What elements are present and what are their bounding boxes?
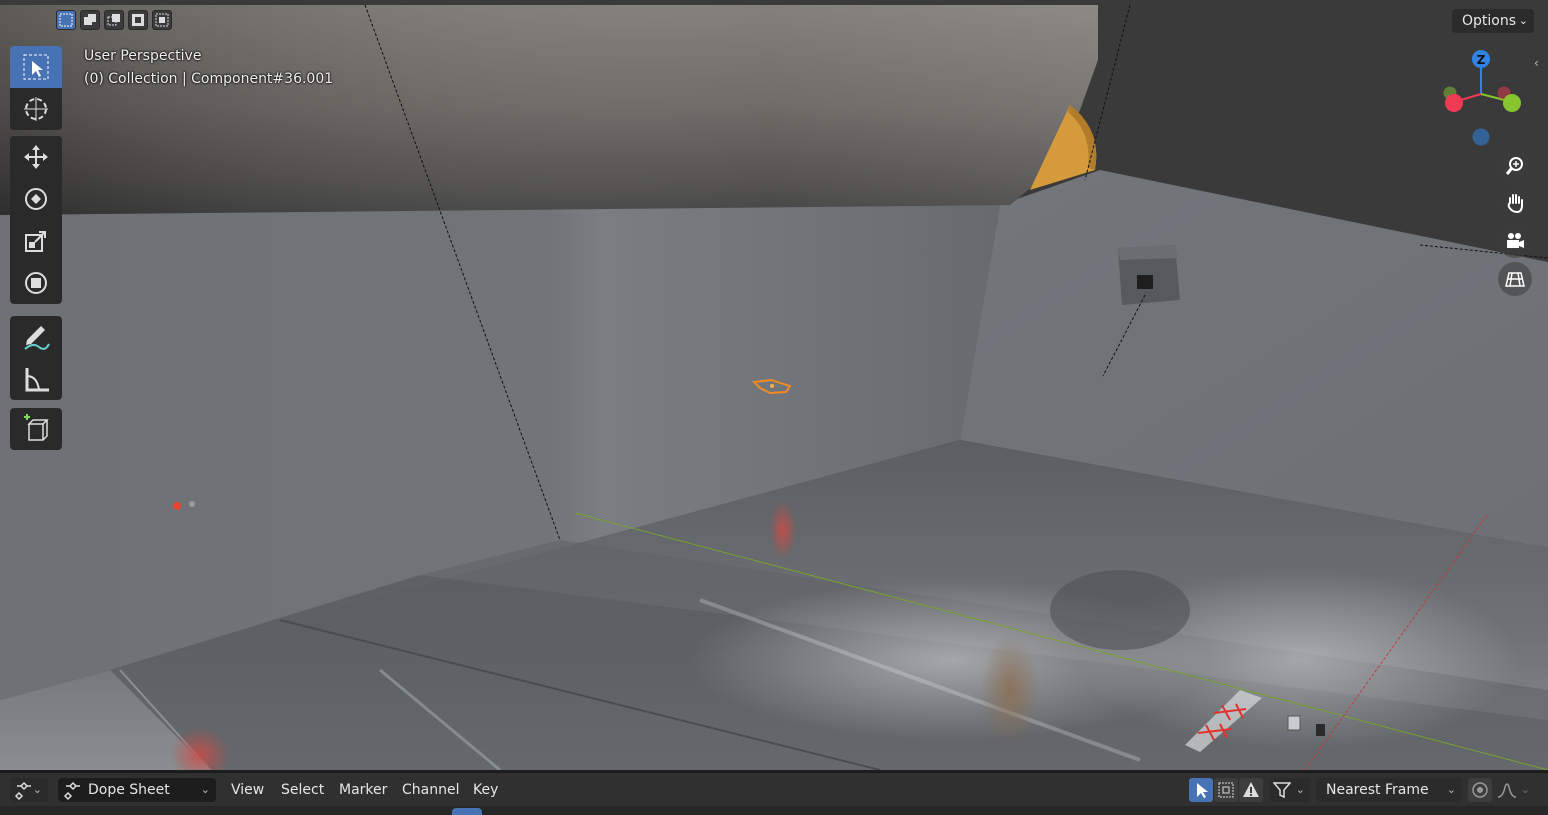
camera-icon — [1507, 233, 1524, 248]
select-arrow-icon — [1197, 783, 1208, 798]
transform-tool[interactable] — [10, 262, 62, 304]
ortho-toggle-button[interactable] — [1498, 262, 1532, 296]
object-info-label: (0) Collection | Component#36.001 — [84, 71, 334, 87]
transform-icon — [25, 272, 47, 294]
measure-icon — [25, 368, 49, 392]
snap-mode-label: Nearest Frame — [1326, 782, 1429, 798]
frame-select-icon — [1218, 782, 1234, 798]
scale-tool[interactable] — [10, 220, 62, 262]
menu-marker[interactable]: Marker — [339, 773, 387, 807]
dope-sheet-mode-icon — [63, 781, 80, 800]
chevron-down-icon: ⌄ — [1518, 14, 1528, 27]
filters-dropdown[interactable]: ⌄ — [1270, 778, 1310, 802]
select-box-tool[interactable] — [10, 46, 62, 88]
falloff-curve-icon — [1497, 783, 1517, 798]
view-name-label: User Perspective — [84, 48, 202, 64]
snap-mode-dropdown[interactable]: Nearest Frame ⌄ — [1316, 778, 1462, 802]
pan-button[interactable] — [1498, 186, 1532, 220]
proportional-edit-icon — [1472, 782, 1488, 798]
select-box-icon — [23, 54, 49, 80]
show-hidden-toggle[interactable] — [1214, 778, 1238, 802]
move-icon — [24, 145, 48, 169]
select-invert-icon[interactable] — [128, 10, 148, 30]
grid-ortho-icon — [1505, 272, 1525, 287]
options-dropdown[interactable]: Options ⌄ — [1452, 9, 1534, 33]
warning-icon — [1243, 782, 1259, 797]
annotate-icon — [24, 326, 50, 350]
rotate-icon — [25, 188, 47, 210]
dope-sheet-header: ⌄ Dope Sheet ⌄ View Select Marker Channe… — [0, 772, 1548, 807]
select-subtract-icon[interactable] — [104, 10, 124, 30]
3d-viewport[interactable]: Options ⌄ User Perspective (0) Collectio… — [0, 0, 1548, 770]
cursor-icon — [24, 97, 48, 121]
move-tool[interactable] — [10, 136, 62, 178]
select-extend-icon[interactable] — [80, 10, 100, 30]
falloff-dropdown[interactable]: ⌄ — [1494, 778, 1534, 802]
menu-select[interactable]: Select — [281, 773, 324, 807]
proportional-editing-toggle[interactable] — [1468, 778, 1492, 802]
zoom-icon — [1505, 157, 1523, 175]
current-frame-indicator[interactable] — [452, 808, 482, 815]
camera-view-button[interactable] — [1498, 224, 1532, 258]
measure-tool[interactable] — [10, 358, 62, 400]
hand-pan-icon — [1507, 194, 1523, 213]
viewport-scene — [0, 0, 1548, 770]
menu-channel[interactable]: Channel — [402, 773, 459, 807]
dope-sheet-icon — [14, 781, 31, 800]
add-cube-icon — [24, 414, 49, 441]
editor-mode-label: Dope Sheet — [88, 782, 170, 798]
chevron-down-icon: ⌄ — [1295, 783, 1305, 796]
menu-view[interactable]: View — [231, 773, 264, 807]
scale-icon — [25, 231, 46, 252]
add-cube-tool[interactable] — [10, 408, 62, 450]
chevron-down-icon: ⌄ — [1446, 783, 1456, 796]
only-errors-toggle[interactable] — [1239, 778, 1263, 802]
annotate-tool[interactable] — [10, 316, 62, 358]
timeline-ruler[interactable] — [0, 806, 1548, 815]
sidebar-toggle-icon[interactable]: ‹ — [1534, 56, 1539, 70]
select-new-icon[interactable] — [56, 10, 76, 30]
gizmo-z-label: Z — [1477, 53, 1486, 67]
chevron-down-icon: ⌄ — [200, 783, 210, 796]
only-selected-toggle[interactable] — [1189, 778, 1213, 802]
chevron-down-icon: ⌄ — [1520, 783, 1530, 796]
filter-icon — [1273, 782, 1291, 799]
menu-key[interactable]: Key — [473, 773, 498, 807]
zoom-button[interactable] — [1498, 149, 1532, 183]
rotate-tool[interactable] — [10, 178, 62, 220]
options-label: Options — [1462, 13, 1517, 29]
cursor-tool[interactable] — [10, 88, 62, 130]
navigation-gizmo[interactable]: Z — [1438, 46, 1528, 156]
chevron-down-icon: ⌄ — [32, 783, 42, 796]
editor-mode-dropdown[interactable]: Dope Sheet ⌄ — [58, 778, 216, 802]
select-intersect-icon[interactable] — [152, 10, 172, 30]
editor-type-button[interactable]: ⌄ — [10, 778, 48, 802]
